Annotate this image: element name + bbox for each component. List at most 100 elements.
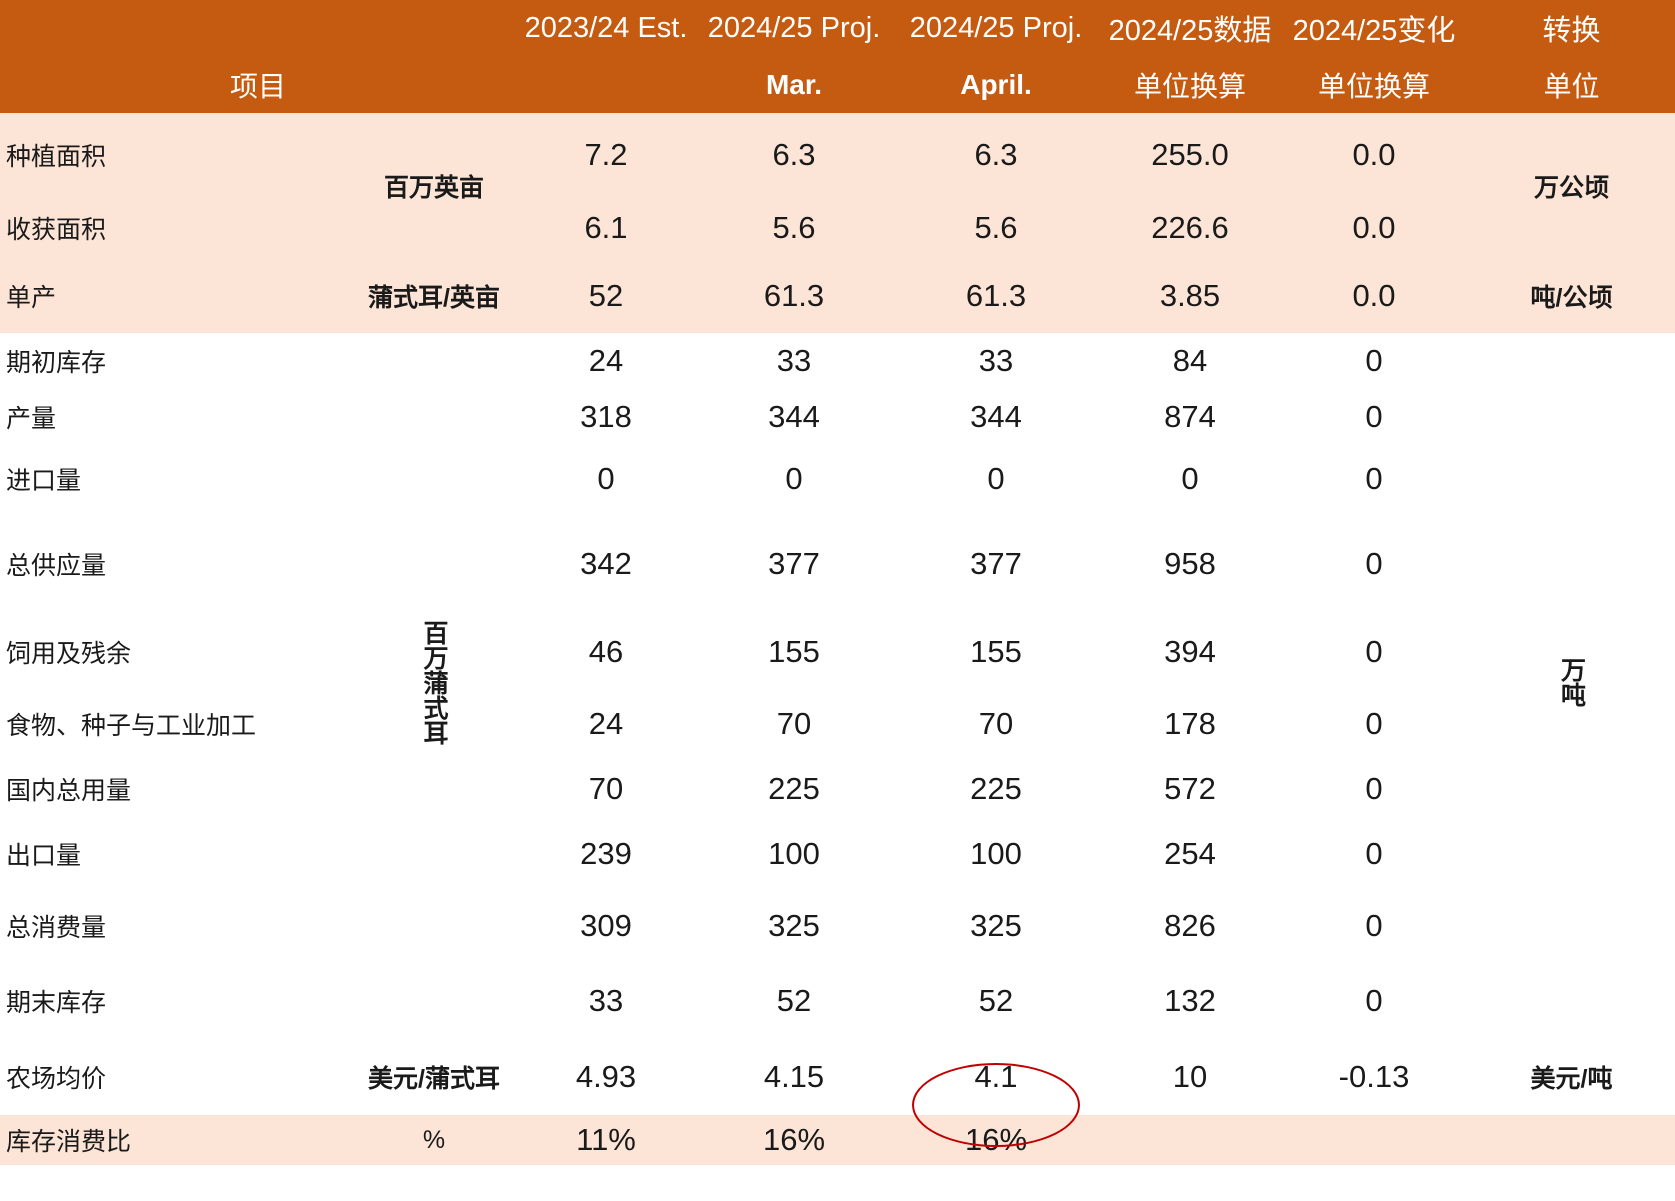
cell: 0	[1365, 546, 1383, 581]
cell: 61.3	[696, 259, 892, 333]
row-label: 农场均价	[6, 1065, 107, 1093]
cell: 394	[1164, 634, 1216, 669]
spacer	[0, 1165, 1675, 1201]
table-row: 总消费量 309 325 325 826 0	[0, 888, 1675, 963]
header-row-1: 2023/24 Est. 2024/25 Proj. 2024/25 Proj.…	[0, 0, 1675, 56]
header-item: 项目	[0, 56, 516, 113]
cell: 0.0	[1280, 113, 1468, 197]
header-2024-25-data: 2024/25数据	[1100, 0, 1280, 56]
table-row: 种植面积 百万英亩 7.2 6.3 6.3 255.0 0.0 万公顷	[0, 113, 1675, 259]
row-label: 期末库存	[6, 989, 107, 1017]
header-blank	[0, 0, 352, 56]
row-label: 期初库存	[6, 348, 107, 377]
cell: 100	[768, 835, 820, 871]
cell: 874	[1164, 398, 1216, 434]
cell: 33	[978, 342, 1014, 378]
cell: 6.3	[892, 113, 1100, 197]
cell: 70	[588, 771, 624, 806]
cell: 0	[1365, 907, 1383, 943]
cell: 52	[776, 983, 812, 1018]
cell: 6.1	[516, 197, 696, 259]
unit-yield-cn: 吨/公顷	[1468, 259, 1675, 333]
cell: 3.85	[1100, 259, 1280, 333]
table-row: 农场均价 美元/蒲式耳 4.93 4.15 4.1 10 -0.13 美元/吨	[0, 1039, 1675, 1115]
row-label: 国内总用量	[6, 777, 132, 805]
cell: 377	[970, 546, 1022, 581]
cell: 0	[987, 461, 1005, 496]
header-2024-25-change: 2024/25变化	[1280, 0, 1468, 56]
header-unit-conv-change: 单位换算	[1280, 56, 1468, 113]
cell: 226.6	[1100, 197, 1280, 259]
unit-volume-cn-text: 万吨	[1557, 657, 1586, 707]
row-label: 收获面积	[0, 197, 352, 259]
cell: 255.0	[1100, 113, 1280, 197]
cell: 5.6	[696, 197, 892, 259]
unit-price-cn: 美元/吨	[1530, 1065, 1613, 1093]
cell: 958	[1164, 546, 1216, 581]
header-convert: 转换	[1468, 0, 1675, 56]
cell: 826	[1164, 907, 1216, 943]
cell: 16%	[892, 1115, 1100, 1165]
cell: 572	[1164, 771, 1216, 806]
row-label: 种植面积	[0, 113, 352, 197]
cell: 325	[768, 907, 820, 943]
row-label: 出口量	[6, 841, 82, 870]
cell: 100	[970, 835, 1022, 871]
cell: 0	[1365, 983, 1383, 1018]
row-label: 产量	[6, 404, 57, 433]
cell: 0	[597, 461, 615, 496]
table-row: 饲用及残余 46 155 155 394 0	[0, 615, 1675, 689]
cell: 254	[1164, 835, 1216, 871]
cell: 11%	[516, 1115, 696, 1165]
row-label: 总供应量	[6, 552, 107, 580]
row-label: 总消费量	[6, 913, 107, 942]
cell: 4.93	[575, 1059, 637, 1094]
header-2024-25-proj-april: 2024/25 Proj.	[892, 0, 1100, 56]
table-row: 期末库存 33 52 52 132 0	[0, 963, 1675, 1039]
table-row: 国内总用量 70 225 225 572 0	[0, 759, 1675, 819]
cell: 52	[516, 259, 696, 333]
cell: 318	[580, 398, 632, 434]
table-row: 期初库存 百万蒲式耳 24 33 33 84 0 万吨	[0, 333, 1675, 745]
table-row: 收获面积 6.1 5.6 5.6 226.6 0.0	[0, 197, 1675, 259]
header-blank	[516, 56, 696, 113]
row-label: 库存消费比	[0, 1115, 352, 1165]
cell: 344	[970, 398, 1022, 434]
header-april: April.	[892, 56, 1100, 113]
cell: 239	[580, 835, 632, 871]
cell: 309	[580, 907, 632, 943]
unit-area-cn: 万公顷	[1468, 113, 1675, 259]
cell: 0	[1365, 771, 1383, 806]
header-blank	[352, 0, 516, 56]
supply-demand-table: 2023/24 Est. 2024/25 Proj. 2024/25 Proj.…	[0, 0, 1675, 1201]
cell: 325	[970, 907, 1022, 943]
balance-sheet: 2023/24 Est. 2024/25 Proj. 2024/25 Proj.…	[0, 0, 1675, 1201]
cell	[1468, 1115, 1675, 1165]
cell: 377	[768, 546, 820, 581]
row-label: 进口量	[6, 467, 82, 495]
table-spacer	[0, 1165, 1675, 1201]
cell: 33	[776, 342, 812, 378]
cell: 0	[1365, 835, 1383, 871]
cell: 7.2	[516, 113, 696, 197]
cell: -0.13	[1338, 1059, 1410, 1094]
cell: 0	[1365, 634, 1383, 669]
cell: 6.3	[696, 113, 892, 197]
cell: 46	[588, 634, 624, 669]
unit-ratio: %	[352, 1115, 516, 1165]
cell: 225	[768, 771, 820, 806]
cell: 0	[1365, 461, 1383, 496]
cell: 0	[785, 461, 803, 496]
table-row: 食物、种子与工业加工 24 70 70 178 0	[0, 689, 1675, 759]
cell: 4.15	[763, 1059, 825, 1094]
cell: 342	[580, 546, 632, 581]
cell: 0	[1181, 461, 1199, 496]
header-unit-conv: 单位换算	[1100, 56, 1280, 113]
header-2024-25-proj-mar: 2024/25 Proj.	[696, 0, 892, 56]
cell: 5.6	[892, 197, 1100, 259]
cell: 24	[588, 706, 624, 741]
unit-yield-us: 蒲式耳/英亩	[352, 259, 516, 333]
cell	[1100, 1115, 1280, 1165]
header-row-2: 项目 Mar. April. 单位换算 单位换算 单位	[0, 56, 1675, 113]
cell: 0.0	[1280, 197, 1468, 259]
